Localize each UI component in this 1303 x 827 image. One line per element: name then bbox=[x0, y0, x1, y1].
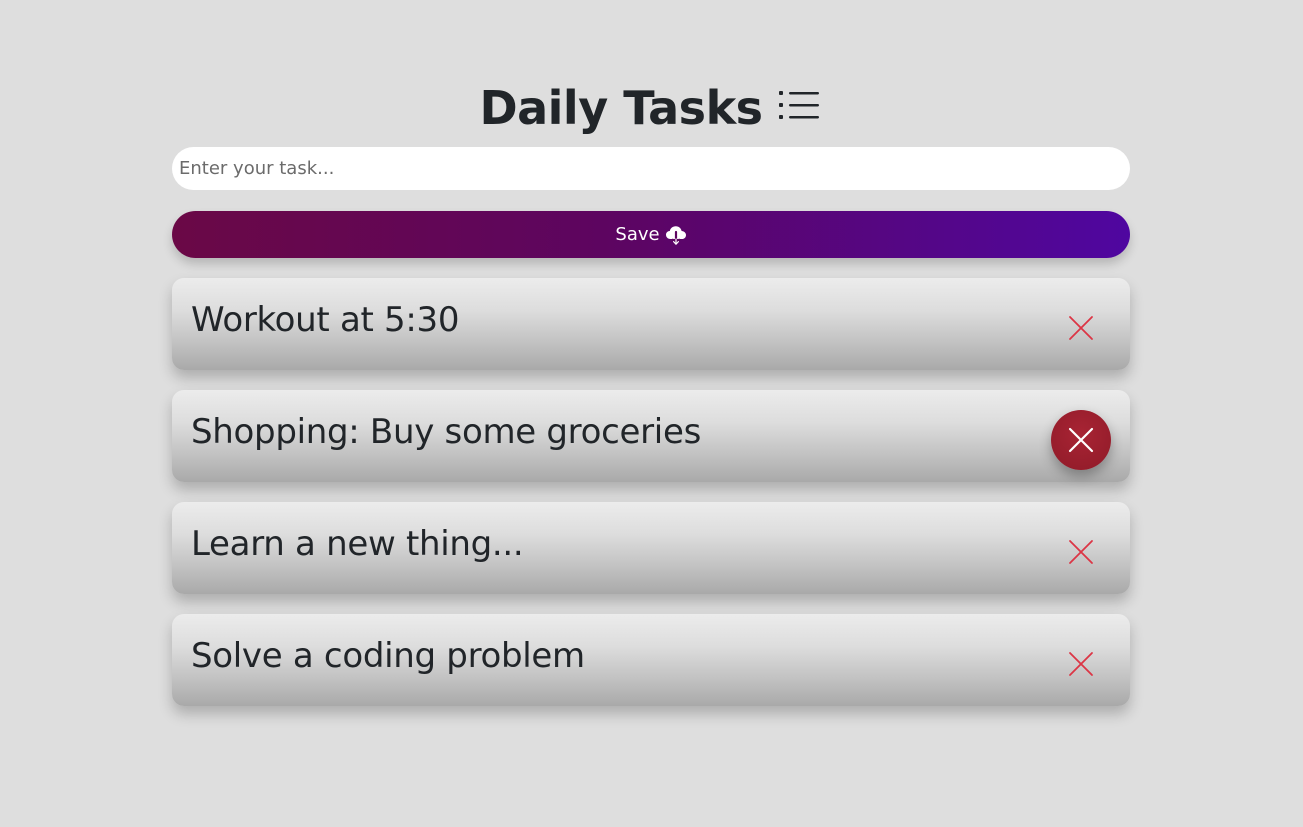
save-button-label: Save bbox=[615, 224, 660, 245]
delete-task-button[interactable] bbox=[1051, 634, 1111, 694]
task-item: Solve a coding problem bbox=[172, 614, 1130, 706]
cloud-download-icon bbox=[665, 225, 686, 245]
task-text: Shopping: Buy some groceries bbox=[191, 412, 701, 452]
task-list: Workout at 5:30 Shopping: Buy some groce… bbox=[172, 278, 1130, 726]
delete-task-button[interactable] bbox=[1051, 410, 1111, 470]
close-icon bbox=[1068, 427, 1094, 453]
list-icon bbox=[778, 91, 819, 119]
task-text: Solve a coding problem bbox=[191, 636, 585, 676]
delete-task-button[interactable] bbox=[1051, 298, 1111, 358]
task-input[interactable] bbox=[172, 147, 1130, 190]
close-icon bbox=[1069, 652, 1093, 676]
save-button[interactable]: Save bbox=[172, 211, 1130, 258]
delete-task-button[interactable] bbox=[1051, 522, 1111, 582]
task-item: Shopping: Buy some groceries bbox=[172, 390, 1130, 482]
task-item: Workout at 5:30 bbox=[172, 278, 1130, 370]
task-text: Learn a new thing... bbox=[191, 524, 524, 564]
close-icon bbox=[1069, 540, 1093, 564]
task-text: Workout at 5:30 bbox=[191, 300, 460, 340]
page-title: Daily Tasks bbox=[479, 81, 763, 135]
task-item: Learn a new thing... bbox=[172, 502, 1130, 594]
header: Daily Tasks bbox=[172, 78, 1130, 138]
close-icon bbox=[1069, 316, 1093, 340]
